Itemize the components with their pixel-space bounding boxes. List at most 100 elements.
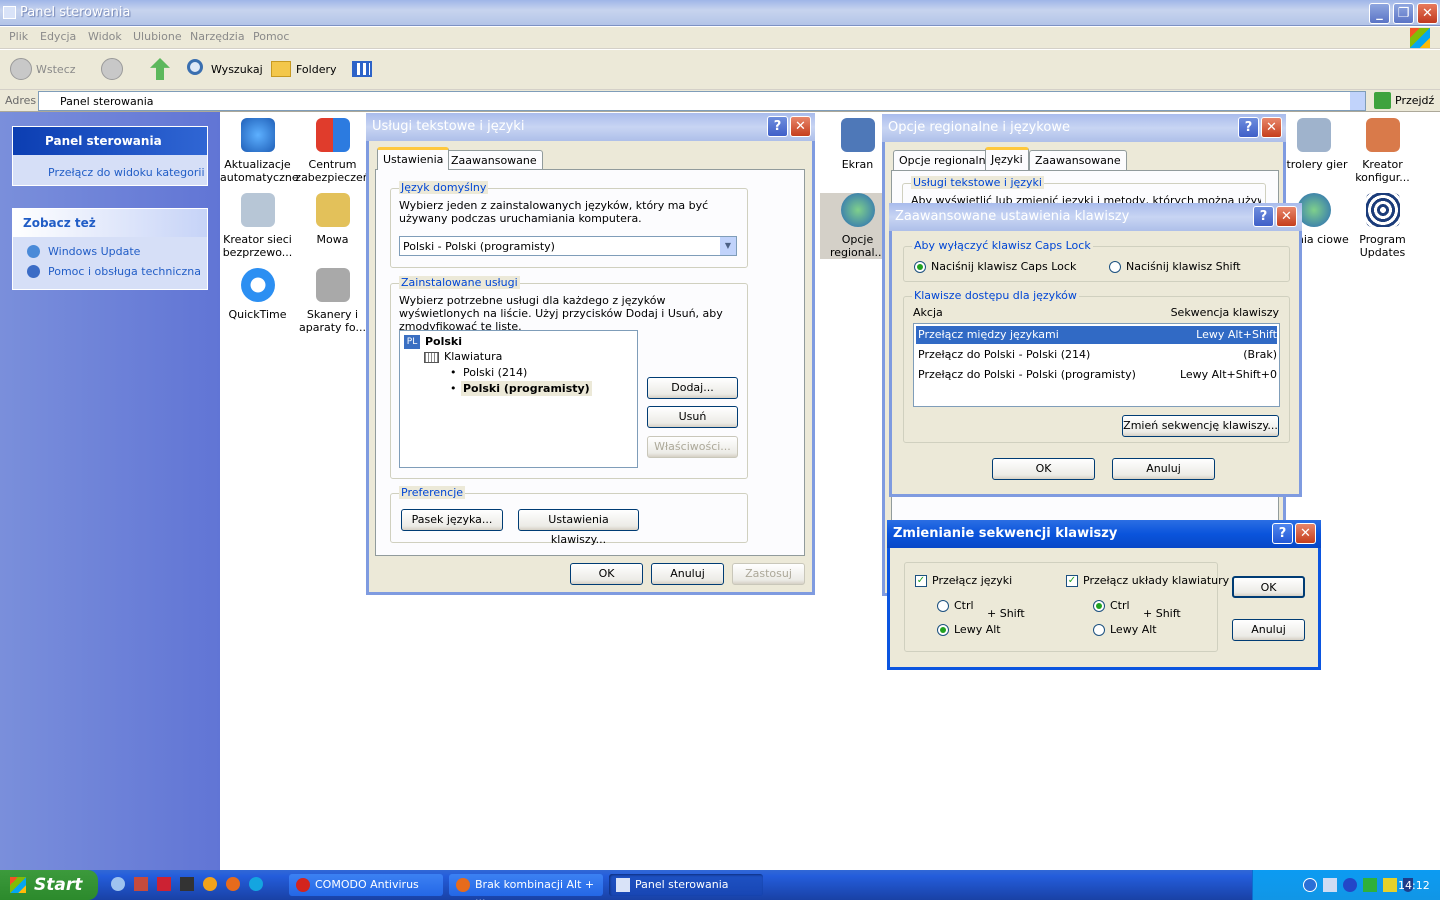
tray-app-icon[interactable] [1383,878,1397,892]
chevron-down-icon[interactable]: ▼ [720,237,736,255]
menu-help[interactable]: Pomoc [253,30,289,43]
switch-layouts-checkbox[interactable]: ✓ [1066,575,1078,587]
cancel-button[interactable]: Anuluj [1232,619,1305,641]
menu-file[interactable]: Plik [9,30,28,43]
language-bar-button[interactable]: Pasek języka... [401,509,503,531]
dialog-titlebar[interactable]: Zaawansowane ustawienia klawiszy ? ✕ [889,203,1302,231]
caps-lock-radio[interactable] [914,261,926,273]
left-alt-radio-1[interactable] [937,624,949,636]
icon-game-controllers[interactable]: ntrolery gier [1276,118,1351,171]
menu-favorites[interactable]: Ulubione [133,30,182,43]
tab-advanced[interactable]: Zaawansowane [445,150,543,170]
windows-update-link[interactable]: Windows Update [48,245,140,258]
network-tray-icon[interactable] [1323,878,1337,892]
tree-keyboard[interactable]: Klawiatura [444,350,502,363]
switch-category-link[interactable]: Przełącz do widoku kategorii [48,166,205,179]
switch-languages-checkbox[interactable]: ✓ [915,575,927,587]
go-arrow-icon[interactable] [1374,92,1391,109]
cancel-button[interactable]: Anuluj [651,563,724,585]
left-alt-label-2[interactable]: Lewy Alt [1110,623,1157,636]
add-button[interactable]: Dodaj... [647,377,738,399]
caps-lock-radio-label[interactable]: Naciśnij klawisz Caps Lock [931,260,1076,273]
menu-edit[interactable]: Edycja [40,30,76,43]
tree-layout-programmer[interactable]: Polski (programisty) [461,381,592,396]
tab-advanced[interactable]: Zaawansowane [1029,150,1127,170]
skype-icon[interactable] [249,877,263,891]
help-button[interactable]: ? [1238,117,1259,138]
switch-languages-label[interactable]: Przełącz języki [932,574,1012,587]
menu-view[interactable]: Widok [88,30,122,43]
icon-automatic-updates[interactable]: Aktualizacje automatyczne [220,118,299,184]
minimize-button[interactable]: _ [1369,3,1390,24]
tree-language[interactable]: Polski [425,335,462,348]
help-button[interactable]: ? [767,116,788,137]
back-button-label[interactable]: Wstecz [36,63,76,76]
ctrl-radio-1[interactable] [937,600,949,612]
ctrl-radio-2[interactable] [1093,600,1105,612]
icon-scanners[interactable]: Skanery i aparaty fo... [295,268,370,334]
icon-program-updates[interactable]: Program Updates [1345,193,1420,259]
properties-button[interactable]: Właściwości... [647,436,738,458]
go-button-label[interactable]: Przejdź [1395,94,1434,107]
quicklaunch-app-icon[interactable] [157,877,171,891]
left-alt-radio-2[interactable] [1093,624,1105,636]
icon-speech[interactable]: Mowa [295,193,370,246]
address-dropdown-icon[interactable] [1349,92,1365,110]
quicklaunch-app-icon[interactable] [180,877,194,891]
taskbar-item-browser[interactable]: Brak kombinacji Alt + ... [449,874,603,904]
table-row[interactable]: Przełącz do Polski - Polski (programisty… [916,366,1277,384]
window-titlebar[interactable]: Panel sterowania _ ❐ ✕ [0,0,1440,26]
tray-app-icon[interactable] [1363,878,1377,892]
tab-settings[interactable]: Ustawienia [377,147,450,170]
icon-network-wizard[interactable]: Kreator konfigur... [1345,118,1420,184]
icon-quicktime[interactable]: QuickTime [220,268,295,321]
default-language-select[interactable]: Polski - Polski (programisty) ▼ [399,236,737,256]
key-settings-button[interactable]: Ustawienia klawiszy... [518,509,639,546]
switch-layouts-label[interactable]: Przełącz układy klawiatury [1083,574,1229,587]
help-button[interactable]: ? [1272,523,1293,544]
apply-button[interactable]: Zastosuj [732,563,805,585]
address-input[interactable]: Panel sterowania [38,91,1366,111]
taskbar-item-comodo[interactable]: COMODO Antivirus [289,874,443,896]
shift-radio-label[interactable]: Naciśnij klawisz Shift [1126,260,1241,273]
ctrl-label-1[interactable]: Ctrl [954,599,974,612]
tab-languages[interactable]: Języki [985,147,1029,170]
menu-tools[interactable]: Narzędzia [190,30,245,43]
tray-expand-icon[interactable] [1303,878,1317,892]
hotkeys-list[interactable]: Przełącz między językami Lewy Alt+Shift … [913,323,1280,407]
clock[interactable]: 14:12 [1398,879,1430,892]
folders-button-label[interactable]: Foldery [296,63,337,76]
ok-button[interactable]: OK [992,458,1095,480]
shift-radio[interactable] [1109,261,1121,273]
icon-security-center[interactable]: Centrum zabezpieczeń [295,118,370,184]
back-arrow-icon[interactable] [10,58,32,80]
help-link[interactable]: Pomoc i obsługa techniczna [48,265,201,278]
close-button[interactable]: ✕ [1295,523,1316,544]
views-icon[interactable] [352,61,372,77]
ok-button[interactable]: OK [570,563,643,585]
change-sequence-button[interactable]: Zmień sekwencję klawiszy... [1122,415,1279,437]
ctrl-label-2[interactable]: Ctrl [1110,599,1130,612]
quicklaunch-ie-icon[interactable] [111,877,125,891]
see-also-header[interactable]: Zobacz też [13,209,207,237]
search-button-label[interactable]: Wyszukaj [211,63,263,76]
tree-layout-214[interactable]: Polski (214) [463,366,527,379]
maximize-button[interactable]: ❐ [1393,3,1414,24]
close-button[interactable]: ✕ [1276,206,1297,227]
icon-wireless-wizard[interactable]: Kreator sieci bezprzewo... [220,193,295,259]
close-button[interactable]: ✕ [790,116,811,137]
close-button[interactable]: ✕ [1417,3,1438,24]
dialog-titlebar[interactable]: Zmienianie sekwencji klawiszy ? ✕ [887,520,1321,548]
cancel-button[interactable]: Anuluj [1112,458,1215,480]
ok-button[interactable]: OK [1232,576,1305,598]
left-alt-label-1[interactable]: Lewy Alt [954,623,1001,636]
panel-header[interactable]: Panel sterowania [13,127,207,155]
start-button[interactable]: Start [0,870,98,900]
firefox-icon[interactable] [226,877,240,891]
dialog-titlebar[interactable]: Opcje regionalne i językowe ? ✕ [882,114,1286,142]
remove-button[interactable]: Usuń [647,406,738,428]
help-button[interactable]: ? [1253,206,1274,227]
forward-arrow-icon[interactable] [101,58,123,80]
dialog-titlebar[interactable]: Usługi tekstowe i języki ? ✕ [366,113,815,141]
quicklaunch-app-icon[interactable] [203,877,217,891]
